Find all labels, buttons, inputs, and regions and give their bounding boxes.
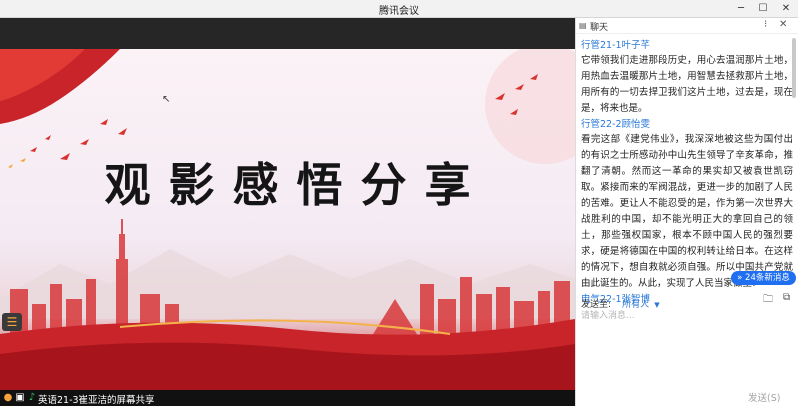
slide-background-art xyxy=(0,49,575,390)
file-icon[interactable]: 🗀 xyxy=(763,292,773,309)
chevron-down-icon[interactable]: ▼ xyxy=(654,301,659,309)
menu-list-icon[interactable]: ☰ xyxy=(2,313,22,331)
microphone-icon: ♪ xyxy=(28,392,36,403)
mouse-cursor-icon: ↖ xyxy=(162,94,171,105)
minimize-button[interactable]: ─ xyxy=(730,0,752,18)
chat-scrollbar[interactable] xyxy=(792,38,796,268)
message-text: 它带领我们走进那段历史，用心去温润那片土地，用热血去温暖那片土地，用智慧去拯救那… xyxy=(581,55,793,114)
chevron-down-icon: » xyxy=(737,273,743,283)
chat-panel-icon: ▤ xyxy=(579,21,587,30)
message-sender: 行管22-2顾怡雯 xyxy=(581,119,651,130)
message-sender: 行管21-1叶子芊 xyxy=(581,40,651,51)
chat-message: 行管21-1叶子芊 它带领我们走进那段历史，用心去温润那片土地，用热血去温暖那片… xyxy=(581,39,793,117)
message-text: 看完这部《建党伟业》，我深深地被这些为国付出的有识之士所感动孙中山先生领导了辛亥… xyxy=(581,134,793,289)
screen-share-label: 英语21-3崔亚洁的屏幕共享 xyxy=(38,395,155,406)
shared-screen-area: 观影感悟分享 ↖ ☰ xyxy=(0,18,575,390)
chat-title: 聊天 xyxy=(590,23,609,33)
screenshot-icon[interactable]: ⧉ xyxy=(783,292,790,303)
message-input[interactable]: 请输入消息... xyxy=(581,308,635,321)
more-options-icon[interactable]: ⁝ xyxy=(764,19,767,30)
presentation-slide: 观影感悟分享 ↖ xyxy=(0,49,575,390)
title-bar: 腾讯会议 ─ ☐ ✕ xyxy=(0,0,798,18)
window-title: 腾讯会议 xyxy=(379,6,419,17)
chat-panel: ▤ 聊天 ⁝ ✕ 行管21-1叶子芊 它带领我们走进那段历史，用心去温润那片土地… xyxy=(575,18,798,406)
status-bar: ● ▣ ♪ 英语21-3崔亚洁的屏幕共享 xyxy=(0,390,575,406)
close-button[interactable]: ✕ xyxy=(775,0,797,18)
new-messages-label: 24条新消息 xyxy=(745,273,790,283)
new-messages-badge[interactable]: » 24条新消息 xyxy=(731,271,796,285)
chat-message: 行管22-2顾怡雯 看完这部《建党伟业》，我深深地被这些为国付出的有识之士所感动… xyxy=(581,118,793,292)
send-to-row: 发送至: 所有人 ▼ 🗀 ⧉ xyxy=(581,292,793,310)
screen-share-icon: ▣ xyxy=(15,392,25,403)
close-chat-icon[interactable]: ✕ xyxy=(779,19,787,30)
maximize-button[interactable]: ☐ xyxy=(752,0,774,18)
user-avatar-icon: ● xyxy=(3,392,13,403)
chat-message-list: 行管21-1叶子芊 它带领我们走进那段历史，用心去温润那片土地，用热血去温暖那片… xyxy=(581,38,793,307)
slide-title: 观影感悟分享 xyxy=(104,158,489,212)
send-button[interactable]: 发送(S) xyxy=(748,390,780,404)
chat-header: ▤ 聊天 ⁝ ✕ xyxy=(576,18,798,34)
